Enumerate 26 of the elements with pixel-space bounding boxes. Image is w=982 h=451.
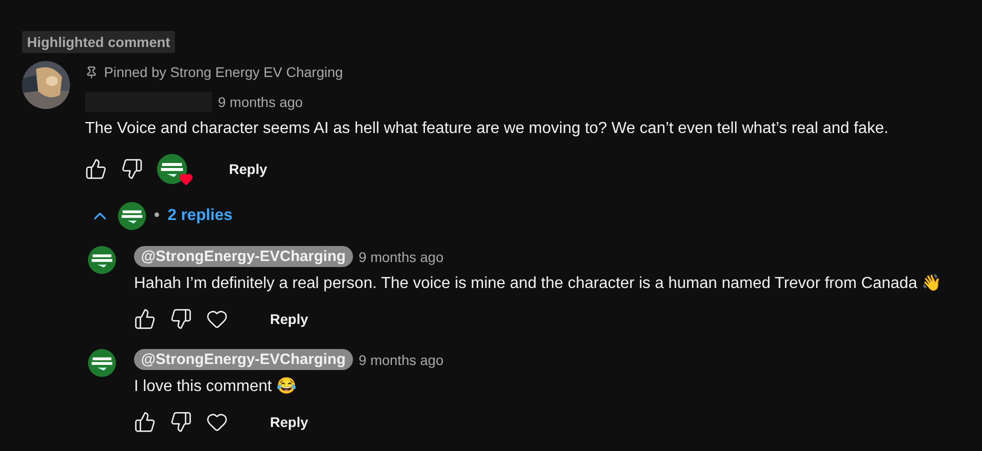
dislike-button[interactable] (121, 158, 143, 180)
creator-avatar (157, 154, 187, 184)
reply-button[interactable]: Reply (262, 408, 316, 436)
separator-dot: • (154, 207, 160, 225)
reply-time: 9 months ago (358, 352, 444, 368)
pinned-label: Pinned by Strong Energy EV Charging (85, 64, 888, 80)
replies-toggle[interactable]: • 2 replies (90, 202, 888, 230)
dislike-button[interactable] (170, 308, 192, 330)
reply-time: 9 months ago (358, 248, 444, 264)
comment-time: 9 months ago (218, 94, 303, 110)
creator-avatar (88, 349, 116, 377)
reply-text: Hahah I’m definitely a real person. The voice is mine and the character is a human named Trevor from Canada 👋 (134, 273, 942, 293)
creator-avatar (88, 246, 116, 274)
highlighted-comment-badge: Highlighted comment (22, 31, 176, 53)
reply-text: I love this comment 😂 (134, 376, 298, 396)
reply-button[interactable]: Reply (221, 155, 276, 183)
like-button[interactable] (134, 411, 156, 433)
dislike-button[interactable] (170, 411, 192, 433)
reply-button[interactable]: Reply (262, 305, 316, 333)
pin-icon (85, 66, 98, 78)
comment-text: The Voice and character seems AI as hell what feature are we moving to? We can’t even tell what’s real and fake. (85, 120, 888, 138)
like-button[interactable] (134, 308, 156, 330)
heart-button[interactable] (206, 411, 228, 433)
like-button[interactable] (85, 158, 107, 180)
creator-avatar (118, 202, 146, 230)
heart-button[interactable] (206, 308, 228, 330)
